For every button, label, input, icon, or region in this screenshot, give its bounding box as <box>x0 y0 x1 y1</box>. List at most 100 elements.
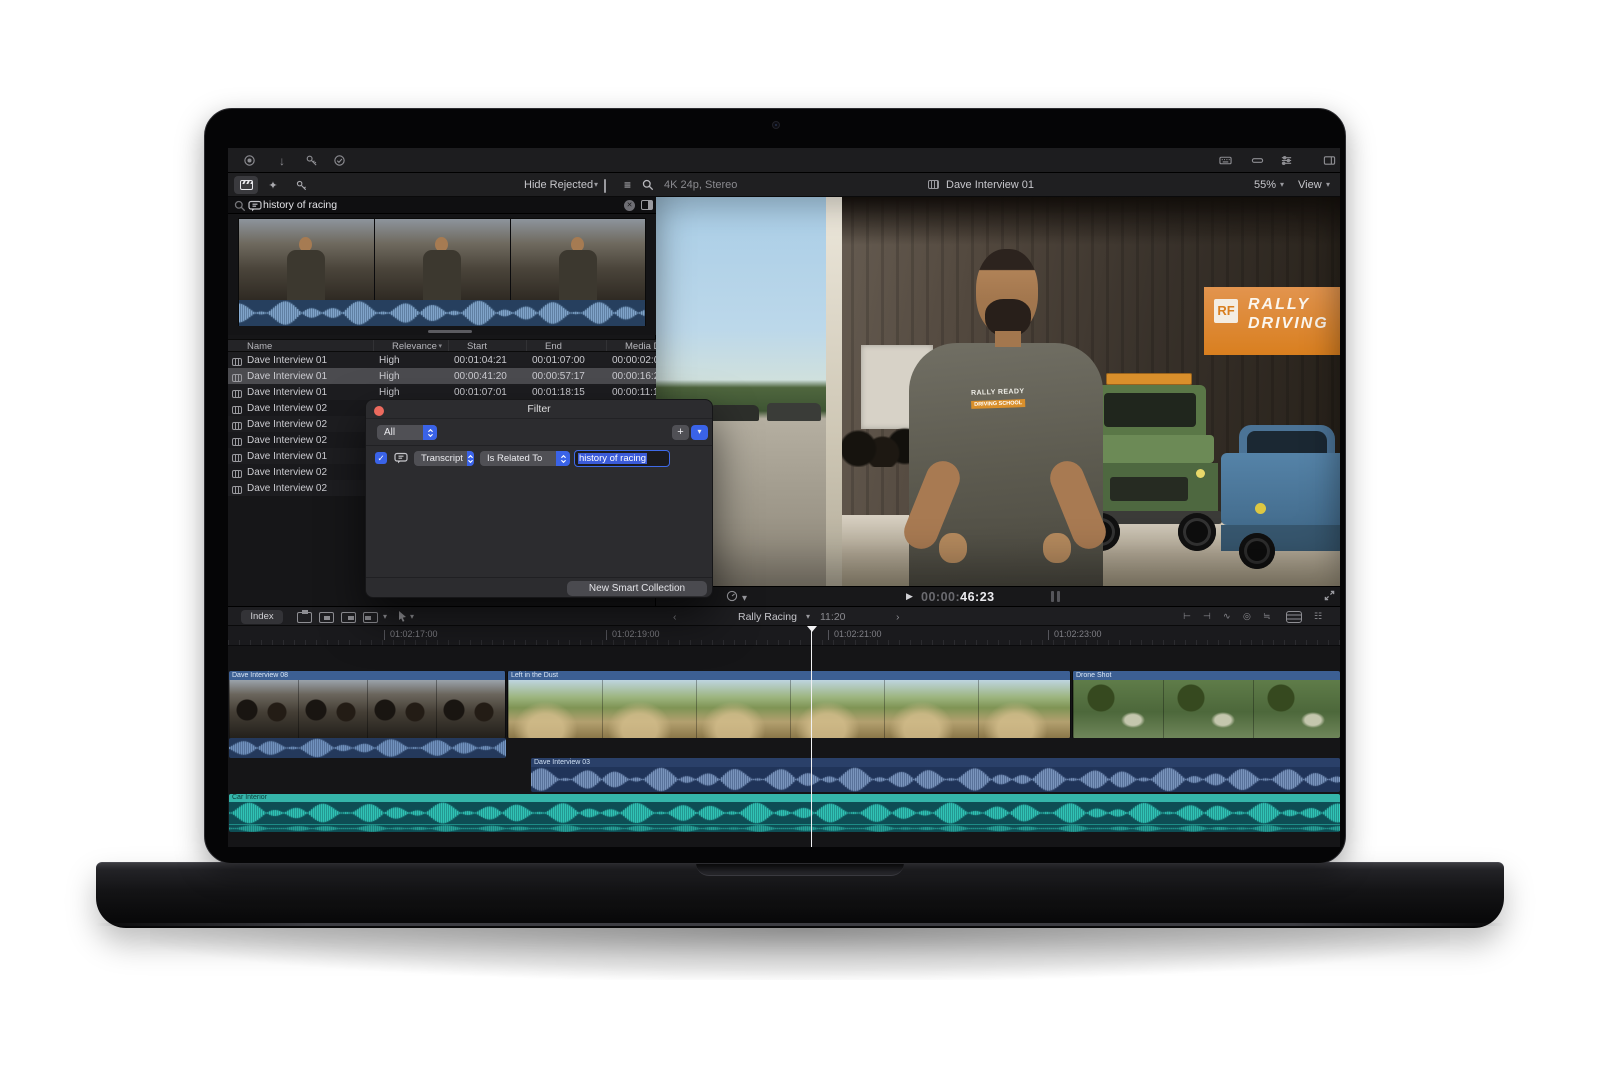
search-input[interactable]: history of racing <box>263 199 337 211</box>
filmstrip-frame <box>511 219 645 300</box>
view-caret-icon[interactable]: ▾ <box>1326 173 1330 197</box>
list-view-icon[interactable]: ≡ <box>624 173 631 197</box>
filter-window[interactable]: Filter All + ▾ ✓ Transcript Is Related T… <box>365 399 713 598</box>
transcript-rule-icon <box>394 452 408 467</box>
audio-meters[interactable] <box>1048 591 1060 605</box>
snapping-icon[interactable]: ◎ <box>1243 611 1251 622</box>
viewer-control-bar: ▾ ▶ 00:00:46:23 <box>656 586 1340 606</box>
add-rule-caret-icon[interactable]: ▾ <box>691 425 708 440</box>
ruler-label: 01:02:19:00 <box>612 629 660 639</box>
background-tasks-icon[interactable] <box>331 153 347 168</box>
timeline-ruler[interactable]: 01:02:17:00 01:02:19:00 01:02:21:00 01:0… <box>228 626 1340 646</box>
filter-scope-popup[interactable]: All <box>377 425 437 440</box>
close-window-button[interactable] <box>374 406 384 416</box>
clip-icon <box>232 454 242 462</box>
new-smart-collection-button[interactable]: New Smart Collection <box>567 581 707 596</box>
next-project-chevron[interactable]: › <box>896 607 900 627</box>
share-icon[interactable] <box>241 153 257 168</box>
rule-condition-popup[interactable]: Is Related To <box>480 451 570 466</box>
fullscreen-icon[interactable] <box>1324 590 1335 604</box>
column-start[interactable]: Start <box>448 340 526 351</box>
keyword-icon[interactable] <box>289 176 313 194</box>
trim-icon[interactable]: ⊢ <box>1183 611 1191 622</box>
hide-rejected-caret-icon[interactable]: ▾ <box>594 173 598 197</box>
clip-icon <box>232 438 242 446</box>
timeline[interactable]: 01:02:17:00 01:02:19:00 01:02:21:00 01:0… <box>228 626 1340 847</box>
ruler-label: 01:02:21:00 <box>834 629 882 639</box>
solo-icon[interactable]: ≒ <box>1263 611 1271 622</box>
clip-icon <box>232 422 242 430</box>
clip-icon <box>232 358 242 366</box>
search-icon[interactable] <box>642 179 654 194</box>
hide-rejected-filter[interactable]: Hide Rejected <box>524 173 593 197</box>
ruler-label: 01:02:23:00 <box>1054 629 1102 639</box>
transcript-search-icon <box>248 200 262 215</box>
timeline-settings-icon[interactable]: ☷ <box>1314 611 1322 622</box>
previous-project-chevron[interactable]: ‹ <box>673 607 677 627</box>
connect-edit-icon[interactable] <box>297 612 312 623</box>
clip-audio-dave-interview-08[interactable] <box>229 738 506 758</box>
retime-gauge-icon[interactable] <box>726 590 738 605</box>
filter-panel-toggle-icon[interactable] <box>641 200 653 210</box>
effects-browser-icon[interactable]: ✦ <box>261 176 285 194</box>
table-row[interactable]: Dave Interview 01High00:01:07:0100:01:18… <box>228 384 656 400</box>
playhead-handle[interactable] <box>807 626 817 632</box>
show-browser-icon[interactable] <box>234 176 258 194</box>
filmstrip-view-icon[interactable] <box>604 180 606 192</box>
timeline-clip-dave-interview-03[interactable]: Dave Interview 03 <box>531 758 1340 792</box>
selected-text: history of racing <box>578 453 647 464</box>
sliders-icon[interactable] <box>1278 153 1294 168</box>
timeline-clip-dave-interview-08[interactable]: Dave Interview 08 <box>229 671 506 738</box>
list-header[interactable]: Name Relevance▾ Start End Media Duration <box>228 339 656 352</box>
viewer-video[interactable]: RF RALLY DRIVING RALLY READY DRIVING SCH… <box>656 197 1340 586</box>
view-menu[interactable]: View <box>1298 173 1322 197</box>
overwrite-edit-icon[interactable] <box>363 612 378 623</box>
clip-appearance-icon[interactable] <box>1286 611 1302 623</box>
column-end[interactable]: End <box>526 340 606 351</box>
index-button[interactable]: Index <box>241 610 283 624</box>
column-relevance[interactable]: Relevance▾ <box>373 340 448 351</box>
rule-type-popup[interactable]: Transcript <box>414 451 474 466</box>
add-rule-button[interactable]: + <box>672 425 689 440</box>
column-media-duration[interactable]: Media Duration <box>606 340 656 351</box>
stepper-icon <box>467 451 474 466</box>
position-icon[interactable]: ⊣ <box>1203 611 1211 622</box>
clear-search-icon[interactable]: ✕ <box>624 200 635 211</box>
zoom-caret-icon[interactable]: ▾ <box>1280 173 1284 197</box>
search-icon <box>234 200 246 215</box>
clip-filmstrip <box>508 680 1070 738</box>
laptop-thumb-scoop <box>696 863 904 876</box>
clip-filmstrip[interactable] <box>238 218 646 326</box>
rule-value-field[interactable]: history of racing <box>574 450 670 467</box>
skimming-icon[interactable]: ∿ <box>1223 611 1231 622</box>
browser-search-bar[interactable]: history of racing ✕ <box>228 197 656 214</box>
clip-icon <box>232 390 242 398</box>
keyboard-icon[interactable] <box>1217 153 1233 168</box>
clapper-icon <box>240 180 253 190</box>
clip-title: Dave Interview 08 <box>229 671 505 680</box>
import-media-icon[interactable]: ↓ <box>274 153 290 168</box>
timeline-clip-car-interior[interactable]: Car Interior <box>229 794 1340 832</box>
timeline-toolbar: Index ▾ ▾ ‹ Rally Racing ▾ 11:20 › ⊢ ⊣ ∿… <box>228 606 1340 626</box>
table-row-selected[interactable]: Dave Interview 01High00:00:41:2000:00:57… <box>228 368 656 384</box>
clip-filmstrip <box>229 680 505 738</box>
filmstrip-scrollbar[interactable] <box>428 330 472 333</box>
rule-checkbox[interactable]: ✓ <box>375 452 387 464</box>
timeline-clip-drone-shot[interactable]: Drone Shot <box>1072 671 1340 738</box>
select-tool-icon[interactable] <box>398 611 407 625</box>
column-name[interactable]: Name <box>228 340 373 351</box>
browser-panel-toggle-icon[interactable] <box>1321 153 1337 168</box>
viewer-zoom-level[interactable]: 55% <box>1254 173 1276 197</box>
project-duration: 11:20 <box>820 607 846 627</box>
play-button[interactable]: ▶ <box>906 591 913 602</box>
table-row[interactable]: Dave Interview 01High00:01:04:2100:01:07… <box>228 352 656 368</box>
timeline-clip-left-in-the-dust[interactable]: Left in the Dust <box>507 671 1071 738</box>
touchbar-icon[interactable] <box>1249 153 1265 168</box>
append-edit-icon[interactable] <box>341 612 356 623</box>
playhead[interactable] <box>811 626 812 847</box>
keyword-editor-icon[interactable] <box>303 153 319 168</box>
clip-title: Left in the Dust <box>508 671 1070 680</box>
project-name[interactable]: Rally Racing <box>738 607 797 627</box>
insert-edit-icon[interactable] <box>319 612 334 623</box>
viewer-vignette <box>656 197 1340 586</box>
